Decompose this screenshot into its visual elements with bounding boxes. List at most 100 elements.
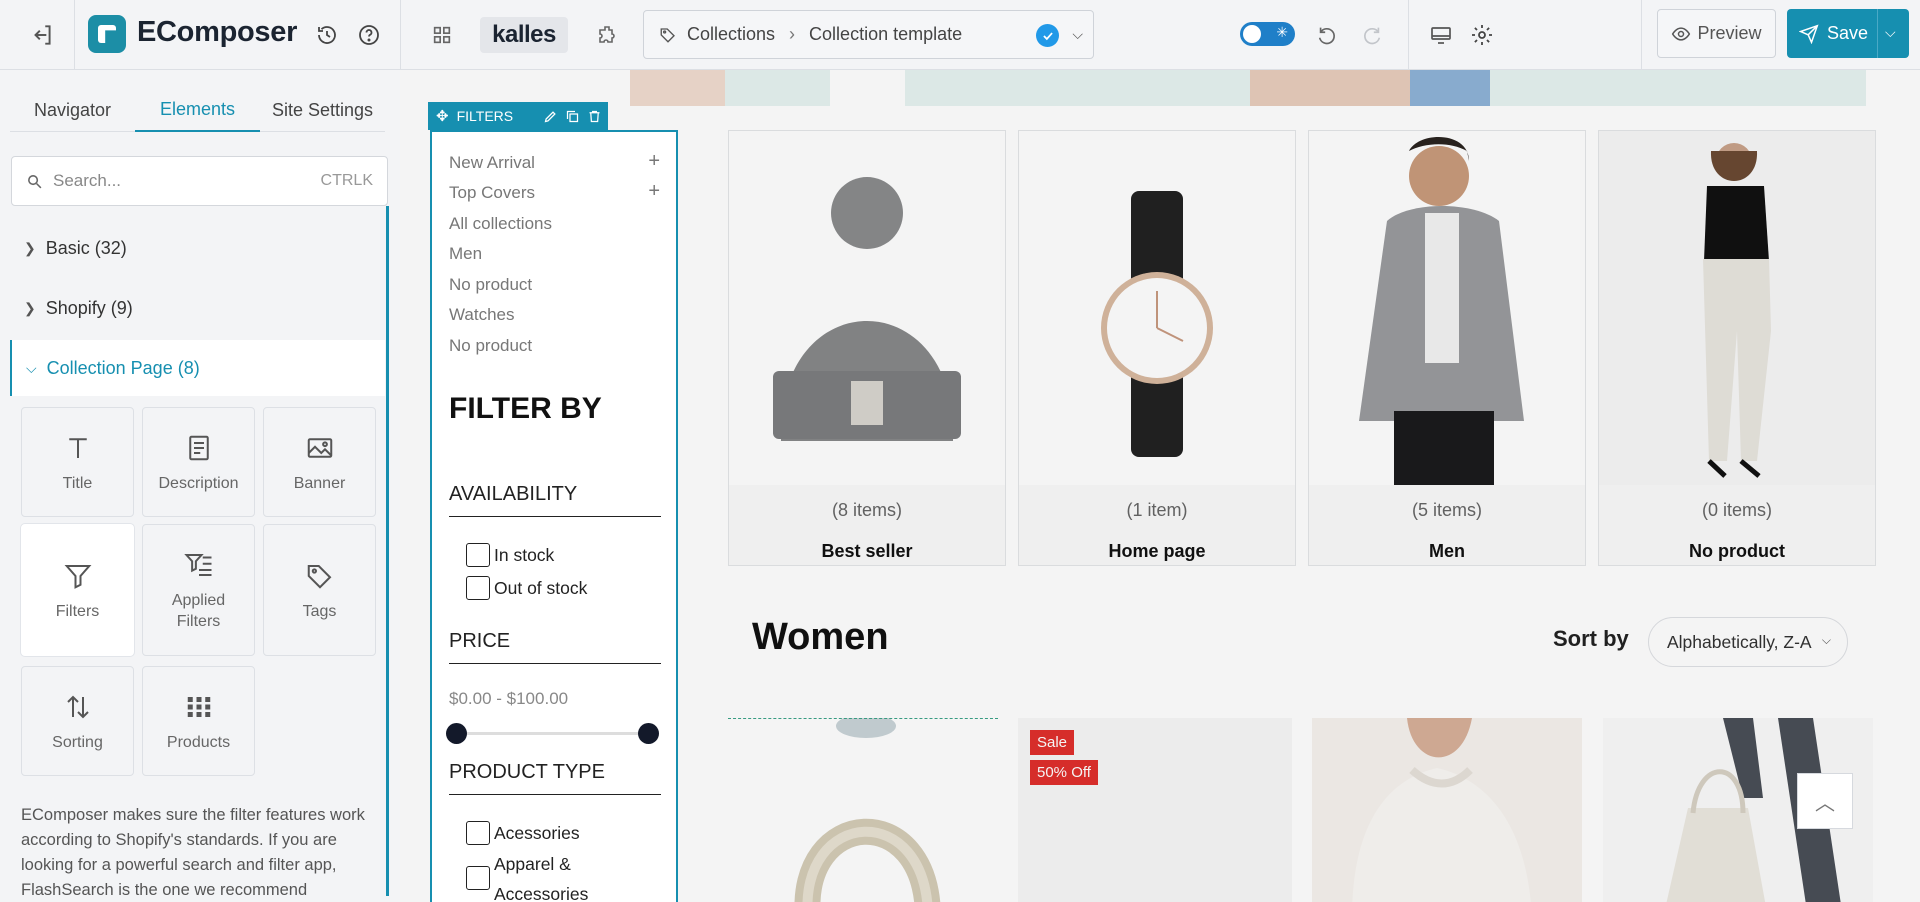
collection-link[interactable]: Top Covers: [449, 183, 535, 203]
product-type-option[interactable]: Apparel & Accessories: [466, 849, 594, 902]
element-title[interactable]: Title: [21, 407, 134, 517]
checkbox[interactable]: [466, 576, 490, 600]
redo-icon[interactable]: [1358, 20, 1386, 50]
sun-icon: ✳: [1276, 24, 1288, 40]
checkbox[interactable]: [466, 866, 490, 890]
category-collection-page[interactable]: ⌵ Collection Page (8): [10, 340, 385, 396]
scrollbar[interactable]: [386, 206, 389, 896]
plus-icon[interactable]: +: [648, 180, 660, 203]
chevron-right-icon: ❯: [24, 239, 36, 256]
element-tags[interactable]: Tags: [263, 524, 376, 656]
availability-heading[interactable]: AVAILABILITY: [449, 483, 661, 517]
collection-link[interactable]: All collections: [449, 214, 552, 234]
price-slider-min-handle[interactable]: [446, 723, 467, 744]
price-slider-track[interactable]: [457, 732, 649, 735]
send-icon: [1799, 23, 1819, 44]
element-description[interactable]: Description: [142, 407, 255, 517]
filter-by-title: FILTER BY: [449, 392, 602, 425]
theme-name[interactable]: kalles: [480, 17, 568, 53]
back-to-top-icon[interactable]: ︿: [1797, 773, 1853, 829]
collection-link[interactable]: No product: [449, 336, 532, 356]
tag-icon: [660, 27, 675, 43]
history-icon[interactable]: [312, 20, 342, 50]
theme-toggle[interactable]: ✳: [1240, 22, 1295, 46]
search-input[interactable]: Search... CTRLK: [11, 156, 388, 206]
option-label: Apparel & Accessories: [494, 854, 589, 902]
eye-icon: [1672, 26, 1691, 41]
settings-gear-icon[interactable]: [1467, 20, 1497, 50]
help-icon[interactable]: [354, 20, 384, 50]
products-grid-icon: [184, 690, 214, 724]
availability-option[interactable]: In stock: [466, 540, 554, 570]
tag-icon: [305, 559, 335, 593]
search-placeholder: Search...: [53, 171, 122, 190]
duplicate-icon[interactable]: [565, 109, 580, 124]
price-slider-max-handle[interactable]: [638, 723, 659, 744]
element-sorting[interactable]: Sorting: [21, 666, 134, 776]
filter-description: EComposer makes sure the filter features…: [21, 806, 365, 899]
sorting-icon: [63, 690, 93, 724]
breadcrumb-root[interactable]: Collections: [687, 24, 775, 45]
element-products[interactable]: Products: [142, 666, 255, 776]
breadcrumb-chevron-icon: ›: [789, 24, 796, 44]
ecomposer-logo-icon: [88, 15, 126, 53]
save-button[interactable]: Save ⌵: [1787, 9, 1909, 58]
trash-icon[interactable]: [587, 109, 602, 124]
filters-widget[interactable]: New Arrival + Top Covers + All collectio…: [430, 130, 678, 902]
collection-link[interactable]: No product: [449, 275, 532, 295]
breadcrumb[interactable]: Collections › Collection template ⌵: [643, 10, 1094, 59]
availability-option[interactable]: Out of stock: [466, 573, 587, 603]
chevron-down-icon[interactable]: ⌵: [1072, 26, 1083, 43]
element-label: Banner: [293, 474, 346, 492]
chevron-down-icon: ⌵: [26, 359, 37, 376]
tab-site-settings[interactable]: Site Settings: [260, 88, 385, 132]
exit-icon[interactable]: [24, 20, 60, 50]
price-heading[interactable]: PRICE: [449, 630, 661, 664]
category-label: Collection Page (8): [46, 357, 200, 378]
category-label: Shopify (9): [45, 297, 133, 318]
selected-element-toolbar[interactable]: ✥ FILTERS: [428, 102, 608, 130]
option-label: Acessories: [494, 823, 580, 843]
extensions-icon[interactable]: [586, 17, 630, 53]
collection-link[interactable]: New Arrival: [449, 153, 535, 173]
collection-link[interactable]: Men: [449, 244, 482, 264]
element-label: Tags: [302, 602, 337, 620]
tab-navigator[interactable]: Navigator: [10, 88, 135, 132]
element-applied-filters[interactable]: Applied Filters: [142, 524, 255, 656]
move-icon[interactable]: ✥: [436, 107, 449, 125]
option-label: In stock: [494, 545, 555, 565]
checkbox[interactable]: [466, 543, 490, 567]
element-label: Products: [166, 733, 231, 751]
element-label: Title: [62, 474, 93, 492]
tab-elements[interactable]: Elements: [135, 88, 260, 132]
product-type-option[interactable]: Acessories: [466, 818, 580, 848]
search-icon: [28, 174, 42, 188]
product-type-heading[interactable]: PRODUCT TYPE: [449, 761, 661, 795]
option-label: Out of stock: [494, 578, 588, 598]
undo-icon[interactable]: [1313, 20, 1341, 50]
app-name: EComposer: [137, 16, 298, 48]
element-label: Sorting: [52, 733, 103, 751]
edit-pencil-icon[interactable]: [543, 109, 558, 124]
preview-label: Preview: [1697, 23, 1762, 43]
element-label: Description: [158, 474, 239, 492]
category-label: Basic (32): [45, 237, 127, 258]
checkbox[interactable]: [466, 821, 490, 845]
category-basic[interactable]: ❯ Basic (32): [10, 220, 385, 276]
check-circle-icon: [1036, 24, 1059, 47]
plus-icon[interactable]: +: [648, 150, 660, 173]
element-label: Filters: [55, 602, 100, 620]
element-banner[interactable]: Banner: [263, 407, 376, 517]
save-dropdown-chevron-icon[interactable]: ⌵: [1885, 24, 1896, 41]
apps-grid-icon[interactable]: [420, 17, 464, 53]
search-shortcut: CTRLK: [320, 172, 373, 189]
element-filters[interactable]: Filters: [21, 524, 134, 656]
description-icon: [184, 431, 214, 465]
breadcrumb-current: Collection template: [809, 24, 963, 44]
preview-button[interactable]: Preview: [1657, 9, 1776, 58]
filter-icon: [63, 559, 93, 593]
category-shopify[interactable]: ❯ Shopify (9): [10, 280, 385, 336]
collection-link[interactable]: Watches: [449, 305, 515, 325]
selected-element-label: FILTERS: [456, 108, 514, 124]
desktop-view-icon[interactable]: [1426, 20, 1456, 50]
